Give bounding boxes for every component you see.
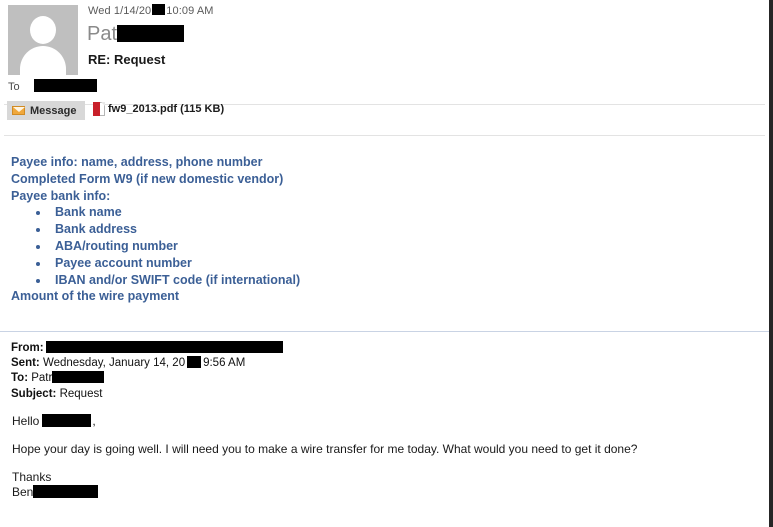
list-item: Bank name: [11, 204, 300, 221]
pdf-file-icon: [93, 102, 105, 116]
quoted-to-label: To:: [11, 372, 29, 385]
list-item: Payee account number: [11, 255, 300, 272]
tab-message-label: Message: [30, 104, 77, 117]
quoted-message-body: Hello, Hope your day is going well. I wi…: [12, 414, 637, 500]
quoted-message-divider: [0, 331, 769, 332]
quoted-signer: Ben: [12, 485, 637, 500]
bullet-icon: [36, 278, 40, 283]
quoted-subject-label: Subject:: [11, 387, 57, 400]
page-title: RE: Request: [88, 52, 166, 67]
bullet-icon: [36, 228, 40, 233]
list-item: IBAN and/or SWIFT code (if international…: [11, 272, 300, 289]
quoted-sent-label: Sent:: [11, 357, 40, 370]
quoted-subject-value: Request: [59, 387, 103, 400]
quoted-signer-text: Ben: [12, 485, 34, 499]
quoted-from-row: From:: [11, 341, 283, 356]
bullet-icon: [36, 261, 40, 266]
list-item: ABA/routing number: [11, 238, 300, 255]
attachment-divider: [4, 135, 765, 136]
list-item-label: IBAN and/or SWIFT code (if international…: [55, 272, 301, 287]
sender-name-text: Pat: [87, 23, 118, 45]
quoted-from-label: From:: [11, 342, 44, 354]
list-item: Bank address: [11, 221, 300, 238]
recipient-redaction-bar: [34, 79, 97, 92]
quoted-sent-value-suffix: 9:56 AM: [203, 357, 246, 370]
requirement-line-3: Payee bank info:: [11, 188, 111, 203]
message-time: 10:09 AM: [166, 5, 214, 17]
quoted-paragraph: Hope your day is going well. I will need…: [12, 442, 638, 456]
envelope-icon: [12, 106, 25, 115]
attachment-item[interactable]: fw9_2013.pdf (115 KB): [93, 102, 224, 116]
signer-name-redaction-bar: [33, 485, 99, 498]
bank-info-list: Bank name Bank address ABA/routing numbe…: [11, 204, 300, 288]
list-item-label: Bank name: [55, 205, 122, 220]
sender-name[interactable]: Pat: [87, 22, 185, 46]
list-item-label: Bank address: [55, 222, 137, 237]
quoted-from-redaction-bar: [45, 341, 283, 353]
quoted-subject-row: Subject: Request: [11, 387, 283, 402]
list-item-label: Payee account number: [55, 255, 192, 270]
bullet-icon: [36, 211, 40, 216]
recipient-row: To: [8, 79, 97, 93]
sender-name-redaction-bar: [117, 25, 185, 42]
to-label: To: [8, 81, 20, 93]
message-date-prefix: Wed 1/14/20: [88, 5, 152, 17]
quoted-greeting: Hello,: [12, 414, 637, 429]
email-reading-pane: Wed 1/14/20 10:09 AM Pat RE: Request To M…: [0, 0, 773, 527]
quoted-sent-value-prefix: Wednesday, January 14, 20: [42, 357, 186, 370]
avatar: [8, 5, 78, 75]
quoted-message-headers: From: Sent: Wednesday, January 14, 20 9:5…: [11, 341, 283, 402]
attachment-bar: Message fw9_2013.pdf (115 KB): [0, 100, 769, 136]
requirement-closing-line: Amount of the wire payment: [11, 289, 180, 304]
date-redaction-bar: [152, 4, 166, 15]
requirements-list-block: Payee info: name, address, phone number …: [11, 154, 300, 305]
quoted-signoff: Thanks: [12, 470, 52, 484]
quoted-greeting-text: Hello: [12, 414, 40, 428]
tab-message[interactable]: Message: [7, 101, 85, 120]
message-header: Wed 1/14/20 10:09 AM Pat RE: Request To: [0, 0, 769, 105]
person-silhouette-icon: [30, 16, 56, 44]
bullet-icon: [36, 244, 40, 249]
attachment-size: (115 KB): [180, 103, 225, 115]
quoted-to-redaction-bar: [52, 371, 105, 384]
quoted-greeting-comma: ,: [92, 414, 96, 428]
quoted-sent-row: Sent: Wednesday, January 14, 20 9:56 AM: [11, 356, 283, 371]
list-item-label: ABA/routing number: [55, 238, 178, 253]
requirement-line-1: Payee info: name, address, phone number: [11, 155, 263, 169]
quoted-sent-redaction-bar: [187, 356, 202, 369]
quoted-to-value: Patr: [31, 372, 53, 385]
attachment-filename: fw9_2013.pdf: [108, 103, 178, 115]
greeting-name-redaction-bar: [42, 414, 92, 427]
requirement-line-2: Completed Form W9 (if new domestic vendo…: [11, 171, 284, 186]
message-timestamp: Wed 1/14/20 10:09 AM: [88, 4, 214, 17]
quoted-to-row: To: Patr: [11, 371, 283, 386]
